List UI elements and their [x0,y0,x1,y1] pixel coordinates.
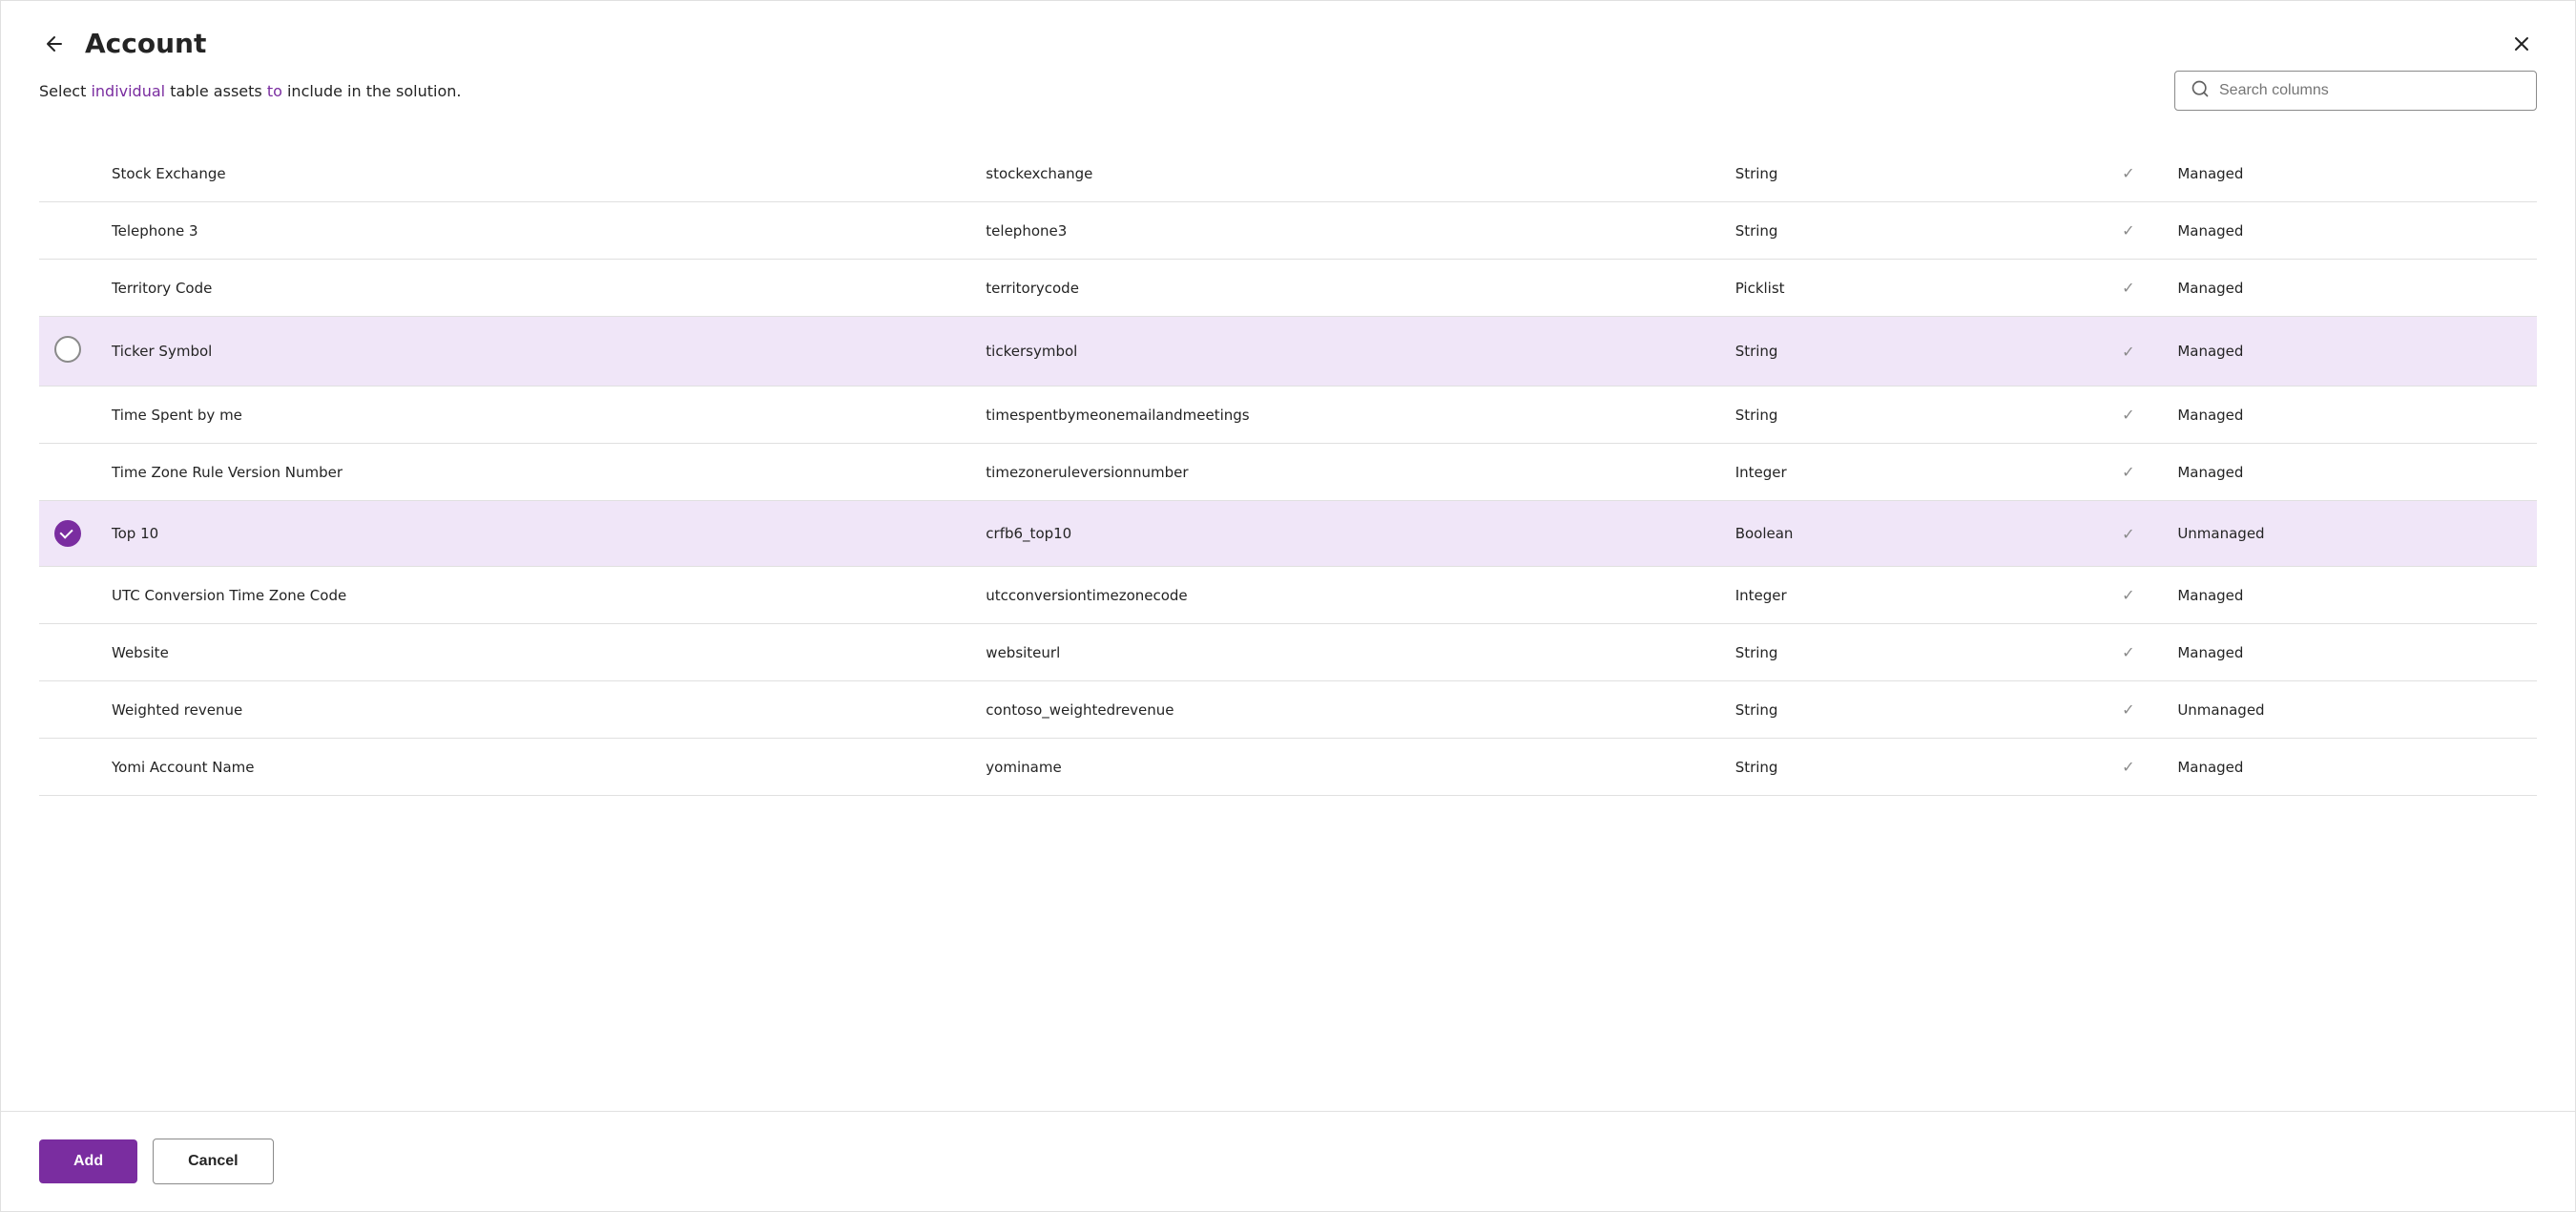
column-display-name: UTC Conversion Time Zone Code [96,567,970,624]
column-checkmark: ✓ [2094,202,2162,260]
cancel-button[interactable]: Cancel [153,1139,273,1184]
table-row[interactable]: Telephone 3telephone3String✓Managed [39,202,2537,260]
checkbox-cell[interactable] [39,387,96,444]
column-checkmark: ✓ [2094,567,2162,624]
subtitle: Select individual table assets to includ… [39,82,462,100]
add-button[interactable]: Add [39,1139,137,1183]
column-managed: Managed [2162,624,2537,681]
column-checkmark: ✓ [2094,317,2162,387]
table-row[interactable]: Stock ExchangestockexchangeString✓Manage… [39,145,2537,202]
column-type: String [1720,739,2095,796]
dialog-title: Account [85,28,206,59]
dialog-header: Account [1,1,2575,59]
close-button[interactable] [2506,29,2537,59]
column-type: Picklist [1720,260,2095,317]
column-logical-name: telephone3 [970,202,1719,260]
table-row[interactable]: Time Zone Rule Version Numbertimezonerul… [39,444,2537,501]
checkbox-cell[interactable] [39,202,96,260]
column-type: String [1720,624,2095,681]
column-type: Integer [1720,444,2095,501]
search-icon [2191,79,2210,102]
table-row[interactable]: Weighted revenuecontoso_weightedrevenueS… [39,681,2537,739]
column-type: String [1720,681,2095,739]
column-type: Boolean [1720,501,2095,567]
row-checkbox[interactable] [54,336,81,363]
column-display-name: Time Spent by me [96,387,970,444]
table-row[interactable]: Ticker SymboltickersymbolString✓Managed [39,317,2537,387]
column-checkmark: ✓ [2094,444,2162,501]
column-managed: Managed [2162,387,2537,444]
column-display-name: Stock Exchange [96,145,970,202]
table-row[interactable]: Time Spent by metimespentbymeonemailandm… [39,387,2537,444]
dialog-footer: Add Cancel [1,1111,2575,1211]
column-managed: Managed [2162,444,2537,501]
column-managed: Unmanaged [2162,501,2537,567]
column-checkmark: ✓ [2094,145,2162,202]
table-row[interactable]: Territory CodeterritorycodePicklist✓Mana… [39,260,2537,317]
column-managed: Managed [2162,317,2537,387]
column-display-name: Time Zone Rule Version Number [96,444,970,501]
table-row[interactable]: UTC Conversion Time Zone Codeutcconversi… [39,567,2537,624]
column-display-name: Yomi Account Name [96,739,970,796]
column-logical-name: crfb6_top10 [970,501,1719,567]
header-left: Account [39,28,206,59]
column-checkmark: ✓ [2094,739,2162,796]
column-display-name: Telephone 3 [96,202,970,260]
column-managed: Managed [2162,145,2537,202]
table-row[interactable]: WebsitewebsiteurlString✓Managed [39,624,2537,681]
column-logical-name: contoso_weightedrevenue [970,681,1719,739]
column-checkmark: ✓ [2094,260,2162,317]
column-logical-name: utcconversiontimezonecode [970,567,1719,624]
highlight-individual: individual [91,82,165,100]
column-logical-name: websiteurl [970,624,1719,681]
column-checkmark: ✓ [2094,681,2162,739]
column-type: String [1720,202,2095,260]
checkbox-cell[interactable] [39,681,96,739]
checkbox-cell[interactable] [39,567,96,624]
column-logical-name: territorycode [970,260,1719,317]
column-display-name: Weighted revenue [96,681,970,739]
column-checkmark: ✓ [2094,624,2162,681]
column-logical-name: yominame [970,739,1719,796]
column-logical-name: stockexchange [970,145,1719,202]
column-logical-name: tickersymbol [970,317,1719,387]
checkbox-cell[interactable] [39,624,96,681]
column-managed: Managed [2162,567,2537,624]
column-display-name: Ticker Symbol [96,317,970,387]
table-row[interactable]: Top 10crfb6_top10Boolean✓Unmanaged [39,501,2537,567]
column-display-name: Top 10 [96,501,970,567]
highlight-to: to [267,82,282,100]
search-input[interactable] [2219,82,2521,99]
column-managed: Managed [2162,202,2537,260]
column-logical-name: timezoneruleversionnumber [970,444,1719,501]
columns-table: Stock ExchangestockexchangeString✓Manage… [39,145,2537,796]
dialog: Account Select individual table assets t… [0,0,2576,1212]
column-checkmark: ✓ [2094,501,2162,567]
checkbox-cell[interactable] [39,739,96,796]
column-logical-name: timespentbymeonemailandmeetings [970,387,1719,444]
column-checkmark: ✓ [2094,387,2162,444]
search-box[interactable] [2174,71,2537,111]
subtitle-row: Select individual table assets to includ… [1,59,2575,111]
row-checkbox[interactable] [54,520,81,547]
column-managed: Managed [2162,260,2537,317]
column-type: String [1720,145,2095,202]
column-display-name: Website [96,624,970,681]
column-display-name: Territory Code [96,260,970,317]
checkbox-cell[interactable] [39,260,96,317]
checkbox-cell[interactable] [39,444,96,501]
table-container: Stock ExchangestockexchangeString✓Manage… [1,126,2575,1111]
checkbox-cell[interactable] [39,317,96,387]
column-managed: Managed [2162,739,2537,796]
column-type: Integer [1720,567,2095,624]
back-button[interactable] [39,29,70,59]
column-type: String [1720,317,2095,387]
column-managed: Unmanaged [2162,681,2537,739]
checkbox-cell[interactable] [39,145,96,202]
checkbox-cell[interactable] [39,501,96,567]
table-row[interactable]: Yomi Account NameyominameString✓Managed [39,739,2537,796]
column-type: String [1720,387,2095,444]
